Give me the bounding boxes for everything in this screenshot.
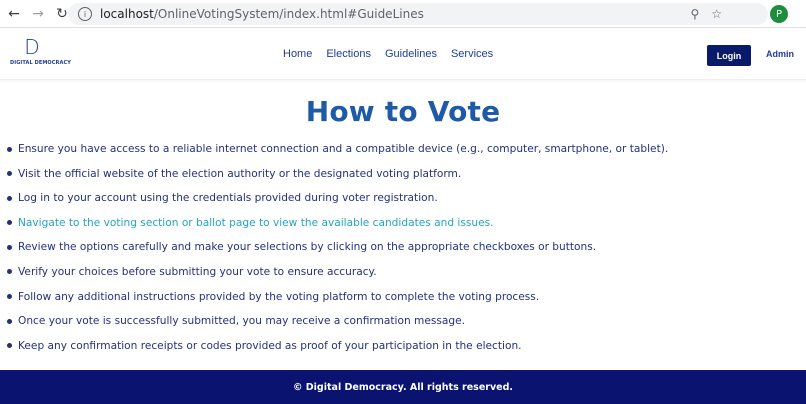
guideline-item-hovered[interactable]: Navigate to the voting section or ballot…: [7, 216, 668, 241]
zoom-icon[interactable]: ⚲: [690, 7, 699, 21]
guideline-item: Log in to your account using the credent…: [7, 191, 668, 216]
site-info-icon[interactable]: i: [78, 7, 92, 21]
guideline-text: Visit the official website of the electi…: [18, 167, 462, 180]
bullet-icon: [7, 220, 12, 226]
url-host: localhost: [100, 7, 154, 21]
profile-avatar[interactable]: P: [770, 5, 788, 23]
omnibox-actions: ⚲ ☆: [690, 3, 722, 25]
login-button[interactable]: Login: [707, 45, 751, 66]
guideline-text: Keep any confirmation receipts or codes …: [18, 339, 522, 352]
logo-letter: D: [24, 35, 40, 59]
bullet-icon: [7, 318, 12, 324]
main-nav: Home Elections Guidelines Services: [283, 48, 493, 60]
guideline-text: Follow any additional instructions provi…: [18, 290, 540, 303]
url-path: /OnlineVotingSystem/index.html#GuideLine…: [153, 7, 424, 21]
bullet-icon: [7, 269, 12, 275]
guidelines-list: Ensure you have access to a reliable int…: [7, 142, 668, 363]
guideline-item: Follow any additional instructions provi…: [7, 290, 668, 315]
guideline-item: Review the options carefully and make yo…: [7, 240, 668, 265]
page-title: How to Vote: [305, 95, 501, 128]
bullet-icon: [7, 343, 12, 349]
guideline-text: Ensure you have access to a reliable int…: [18, 143, 669, 155]
site-logo[interactable]: D DIGITAL DEMOCRACY: [10, 35, 71, 66]
copyright-text: © Digital Democracy. All rights reserved…: [292, 381, 513, 393]
logo-text: DIGITAL DEMOCRACY: [10, 60, 71, 66]
bullet-icon: [7, 294, 12, 300]
guideline-item: Ensure you have access to a reliable int…: [7, 142, 668, 167]
address-bar[interactable]: i localhost/OnlineVotingSystem/index.htm…: [68, 3, 768, 25]
bullet-icon: [7, 195, 12, 201]
site-footer: © Digital Democracy. All rights reserved…: [0, 370, 806, 404]
guideline-item: Once your vote is successfully submitted…: [7, 314, 668, 339]
guideline-item: Verify your choices before submitting yo…: [7, 265, 668, 290]
guideline-text: Review the options carefully and make yo…: [18, 241, 597, 254]
forward-arrow-icon[interactable]: →: [26, 2, 50, 26]
guidelines-section: How to Vote Ensure you have access to a …: [0, 80, 806, 368]
guideline-text: Log in to your account using the credent…: [18, 192, 438, 205]
bullet-icon: [7, 146, 12, 152]
url-text[interactable]: localhost/OnlineVotingSystem/index.html#…: [100, 7, 424, 21]
bullet-icon: [7, 171, 12, 177]
guideline-text: Verify your choices before submitting yo…: [18, 265, 377, 278]
bookmark-star-icon[interactable]: ☆: [711, 7, 722, 21]
admin-link[interactable]: Admin: [766, 49, 794, 59]
guideline-item: Keep any confirmation receipts or codes …: [7, 339, 668, 364]
back-arrow-icon[interactable]: ←: [2, 2, 26, 26]
guideline-text: Once your vote is successfully submitted…: [18, 315, 466, 328]
nav-home[interactable]: Home: [283, 48, 312, 60]
guideline-text: Navigate to the voting section or ballot…: [18, 216, 494, 229]
site-header: D DIGITAL DEMOCRACY Home Elections Guide…: [0, 28, 806, 80]
nav-elections[interactable]: Elections: [326, 48, 371, 60]
browser-toolbar: ← → ↻ i localhost/OnlineVotingSystem/ind…: [0, 0, 806, 28]
nav-services[interactable]: Services: [451, 48, 493, 60]
nav-guidelines[interactable]: Guidelines: [385, 48, 437, 60]
guideline-item: Visit the official website of the electi…: [7, 167, 668, 192]
bullet-icon: [7, 244, 12, 250]
